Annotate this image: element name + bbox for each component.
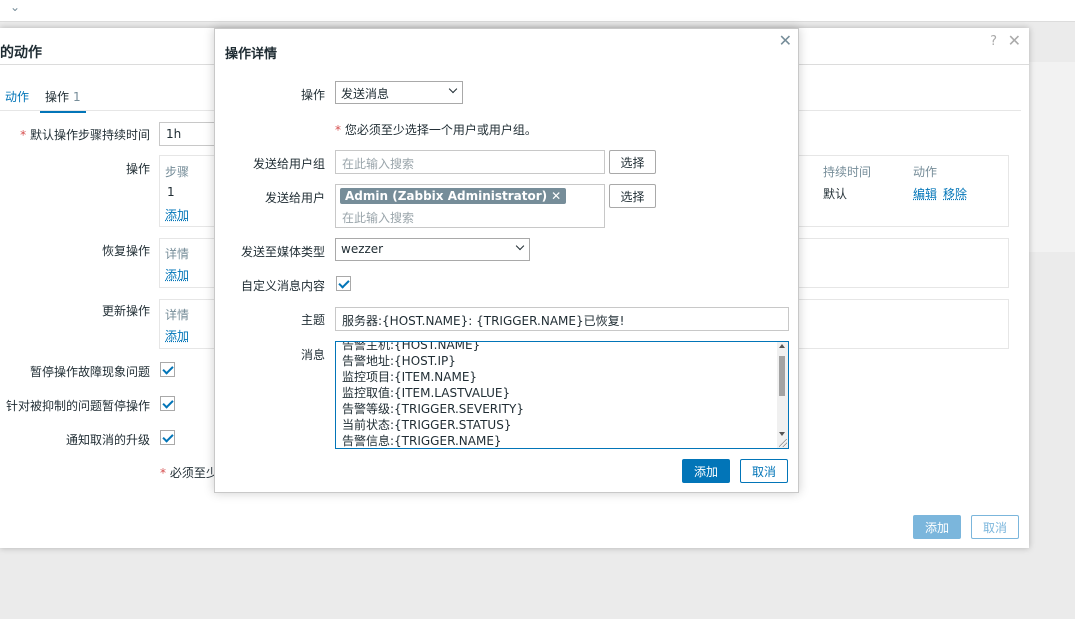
media-type-select[interactable]: wezzer (335, 238, 530, 261)
user-tag: Admin (Zabbix Administrator) ✕ (340, 188, 567, 204)
cancel-button[interactable]: 取消 (740, 459, 788, 483)
chevron-down-icon (448, 84, 458, 94)
message-line: 告警主机:{HOST.NAME} (342, 341, 481, 352)
remove-icon[interactable]: ✕ (551, 189, 561, 203)
add-button[interactable]: 添加 (682, 459, 730, 483)
add-button[interactable]: 添加 (913, 515, 961, 539)
pause-suppressed-label: 针对被抑制的问题暂停操作 (5, 399, 150, 413)
chevron-down-icon[interactable]: ⌄ (10, 0, 20, 14)
step-value: 1 (167, 185, 175, 199)
chevron-down-icon (515, 241, 525, 251)
select-groups-button[interactable]: 选择 (609, 150, 656, 174)
message-line: 监控取值:{ITEM.LASTVALUE} (342, 386, 511, 400)
duration-value: 默认 (823, 187, 848, 201)
dialog-title: 新的动作 (0, 45, 42, 61)
top-strip: ⌄ (0, 0, 1075, 22)
pause-problems-checkbox[interactable] (160, 362, 175, 377)
select-users-button[interactable]: 选择 (609, 184, 656, 208)
close-icon[interactable]: ✕ (779, 31, 792, 50)
message-line: 告警地址:{HOST.IP} (342, 354, 456, 368)
operation-value: 发送消息 (341, 87, 390, 101)
column-step: 步骤 (165, 165, 190, 179)
column-details: 详情 (165, 247, 190, 261)
background-panel (1029, 62, 1075, 252)
users-search-placeholder[interactable]: 在此输入搜索 (342, 209, 414, 226)
scroll-down-icon[interactable] (779, 432, 785, 436)
media-type-value: wezzer (341, 242, 384, 256)
tab-label: 动作 (5, 90, 30, 104)
column-details: 详情 (165, 308, 190, 322)
recovery-label: 恢复操作 (101, 244, 150, 258)
required-note: * 您必须至少选择一个用户或用户组。 (335, 123, 537, 137)
subject-label: 主题 (300, 313, 325, 327)
add-recovery-link[interactable]: 添加 (165, 266, 189, 283)
message-textarea[interactable]: 告警主机:{HOST.NAME} 告警地址:{HOST.IP} 监控项目:{IT… (335, 341, 789, 449)
close-icon[interactable]: ✕ (1008, 31, 1021, 50)
operations-label: 操作 (125, 162, 150, 176)
scrollbar[interactable] (777, 342, 788, 448)
help-icon[interactable]: ? (990, 34, 997, 49)
modal-title: 操作详情 (225, 47, 278, 62)
resize-grip-icon[interactable] (779, 439, 787, 447)
edit-link[interactable]: 编辑 (913, 185, 937, 202)
message-line: 监控项目:{ITEM.NAME} (342, 370, 478, 384)
update-label: 更新操作 (101, 304, 150, 318)
notify-cancel-label: 通知取消的升级 (65, 433, 150, 447)
cancel-button[interactable]: 取消 (971, 515, 1019, 539)
groups-search-input[interactable]: 在此输入搜索 (335, 150, 605, 174)
pause-problems-label: 暂停操作故障现象问题 (29, 365, 150, 379)
column-action: 动作 (913, 165, 938, 179)
add-update-link[interactable]: 添加 (165, 327, 189, 344)
message-line: 告警等级:{TRIGGER.SEVERITY} (342, 402, 524, 416)
send-to-users-label: 发送给用户 (264, 191, 325, 205)
custom-message-label: 自定义消息内容 (240, 279, 325, 293)
required-note: * 必须至少 (160, 466, 218, 480)
operation-details-modal: 操作详情 ✕ 操作 发送消息 * 您必须至少选择一个用户或用户组。 发送给用户组… (214, 28, 799, 493)
message-content: 告警主机:{HOST.NAME} 告警地址:{HOST.IP} 监控项目:{IT… (342, 341, 524, 448)
message-line: 当前状态:{TRIGGER.STATUS} (342, 418, 512, 432)
pause-suppressed-checkbox[interactable] (160, 396, 175, 411)
subject-input[interactable]: 服务器:{HOST.NAME}: {TRIGGER.NAME}已恢复! (335, 307, 789, 331)
send-to-groups-label: 发送给用户组 (252, 157, 325, 171)
users-multiselect[interactable]: Admin (Zabbix Administrator) ✕ 在此输入搜索 (335, 184, 605, 228)
scroll-thumb[interactable] (779, 356, 785, 396)
column-duration: 持续时间 (823, 165, 872, 179)
operation-label: 操作 (300, 88, 325, 102)
tab-count: 1 (73, 90, 81, 104)
custom-message-checkbox[interactable] (336, 276, 351, 291)
operation-select[interactable]: 发送消息 (335, 81, 463, 104)
notify-cancel-checkbox[interactable] (160, 430, 175, 445)
remove-link[interactable]: 移除 (943, 185, 967, 202)
add-operation-link[interactable]: 添加 (165, 206, 189, 223)
default-duration-input[interactable]: 1h (159, 122, 219, 146)
message-line: 告警信息:{TRIGGER.NAME} (342, 434, 502, 448)
default-duration-label: * 默认操作步骤持续时间 (20, 128, 150, 142)
tab-label: 操作 (45, 90, 70, 104)
media-type-label: 发送至媒体类型 (240, 245, 325, 259)
message-label: 消息 (300, 348, 325, 362)
scroll-up-icon[interactable] (779, 344, 785, 348)
